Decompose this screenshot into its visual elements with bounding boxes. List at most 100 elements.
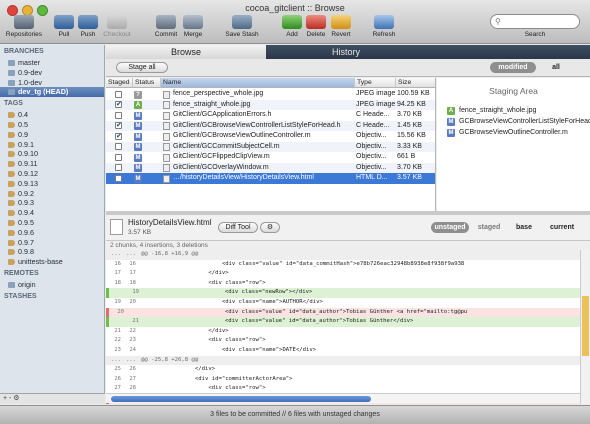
tab-history[interactable]: History xyxy=(266,45,426,59)
sidebar-tag-item[interactable]: 0.9.2 xyxy=(0,189,104,199)
push-button[interactable]: Push xyxy=(74,15,102,38)
staged-checkbox[interactable] xyxy=(115,90,122,98)
diff-tool-button[interactable]: Diff Tool xyxy=(218,222,258,233)
diff-file-size: 3.57 KB xyxy=(128,229,152,236)
diff-settings-button[interactable]: ⚙ xyxy=(260,222,280,233)
tag-icon xyxy=(8,161,15,168)
tag-icon xyxy=(8,229,15,236)
diff-mode-staged[interactable]: staged xyxy=(474,222,504,233)
old-line-number: 26 xyxy=(114,375,121,382)
staged-checkbox[interactable] xyxy=(115,164,122,171)
repositories-button[interactable]: Repositories xyxy=(2,15,46,38)
diff-horizontal-scrollbar[interactable] xyxy=(106,393,580,403)
search-input[interactable]: ⚲ xyxy=(490,14,580,29)
table-row[interactable]: M GitClient/GCCommitSubjectCell.m Objectiv… xyxy=(106,141,435,152)
stashes-header: STASHES xyxy=(4,292,37,300)
sidebar-tag-item[interactable]: 0.4 xyxy=(0,110,104,120)
sidebar-branch-item[interactable]: master xyxy=(0,58,104,68)
sidebar-remote-item[interactable]: origin xyxy=(0,280,104,290)
stage-all-button[interactable]: Stage all xyxy=(116,62,168,73)
sidebar-branch-item[interactable]: dev_tg (HEAD) xyxy=(0,87,104,98)
diff-line: 25 26 </div> xyxy=(106,365,580,375)
table-row[interactable]: M GitClient/GCApplicationErrors.h C Heade.… xyxy=(106,110,435,121)
sidebar-tag-label: 0.9.8 xyxy=(18,247,34,257)
table-row[interactable]: ✔ Afence_straight_whole.jpg JPEG image 94.2… xyxy=(106,99,435,110)
sidebar-tag-item[interactable]: 0.9.6 xyxy=(0,228,104,238)
sidebar-tag-item[interactable]: unittests-base xyxy=(0,257,104,267)
staged-checkbox[interactable]: ✔ xyxy=(115,122,122,129)
diff-code: <div class="value" id="data_author">Tobi… xyxy=(144,308,468,315)
revert-button[interactable]: Revert xyxy=(326,15,356,38)
tag-icon xyxy=(8,131,15,138)
sidebar-tag-item[interactable]: 0.9.11 xyxy=(0,159,104,169)
sidebar-tag-item[interactable]: 0.9.10 xyxy=(0,149,104,159)
staged-checkbox[interactable] xyxy=(115,143,122,150)
sidebar-branch-item[interactable]: 1.0-dev xyxy=(0,78,104,88)
filter-modified[interactable]: modified xyxy=(490,62,536,73)
diff-code: </div> xyxy=(141,270,229,277)
diff-mode-current[interactable]: current xyxy=(544,222,580,233)
tab-browse[interactable]: Browse xyxy=(106,45,266,59)
column-header-status[interactable]: Status xyxy=(133,78,161,88)
add-label: Add xyxy=(286,31,298,38)
table-row[interactable]: M GitClient/GCFlippedClipView.m Objectiv..… xyxy=(106,152,435,163)
sidebar-tag-item[interactable]: 0.9.13 xyxy=(0,179,104,189)
staged-checkbox[interactable] xyxy=(115,111,122,119)
column-header-type[interactable]: Type xyxy=(355,78,396,88)
staged-checkbox[interactable]: ✔ xyxy=(115,132,122,140)
save-stash-button[interactable]: Save Stash xyxy=(222,15,262,38)
tag-icon xyxy=(8,180,15,187)
file-table: Staged Status Name Type Size ? fence_pers… xyxy=(106,78,436,215)
new-line-number: 23 xyxy=(129,337,136,344)
sidebar-tag-item[interactable]: 0.9.12 xyxy=(0,169,104,179)
table-row[interactable]: M GitClient/GCOverlayWindow.m Objectiv... 3… xyxy=(106,162,435,173)
tag-icon xyxy=(8,190,15,197)
file-icon xyxy=(163,143,170,151)
branch-icon xyxy=(8,60,15,66)
checkout-button[interactable]: Checkout xyxy=(100,15,134,38)
status-badge: M xyxy=(134,143,142,151)
refresh-label: Refresh xyxy=(372,31,396,38)
table-row[interactable]: ✔ M GitClient/GCBrowseViewOutlineControlle… xyxy=(106,131,435,142)
diff-mode-unstaged[interactable]: unstaged xyxy=(431,222,469,233)
sidebar-tag-item[interactable]: 0.9.3 xyxy=(0,198,104,208)
sidebar-tag-item[interactable]: 0.9.7 xyxy=(0,238,104,248)
sidebar-tag-item[interactable]: 0.5 xyxy=(0,120,104,130)
column-header-staged[interactable]: Staged xyxy=(106,78,133,88)
sidebar-tag-item[interactable]: 0.9.1 xyxy=(0,140,104,150)
old-line-number: 23 xyxy=(114,347,121,353)
sidebar-tag-label: 0.9.13 xyxy=(18,178,38,188)
table-row[interactable]: M …/historyDetailsView/HistoryDetailsView… xyxy=(106,173,435,184)
refresh-button[interactable]: Refresh xyxy=(368,15,400,38)
staged-checkbox[interactable] xyxy=(115,174,122,182)
diff-scroll-thumb[interactable] xyxy=(111,396,371,402)
remote-icon xyxy=(8,281,15,288)
status-badge: A xyxy=(447,107,455,115)
status-badge: M xyxy=(134,153,142,162)
merge-button[interactable]: Merge xyxy=(178,15,208,38)
diff-mode-base[interactable]: base xyxy=(512,222,536,233)
sidebar-action-buttons[interactable]: + - ⚙ xyxy=(0,393,105,404)
table-row[interactable]: ✔ M GitClient/GCBrowseViewControllerListSt… xyxy=(106,120,435,131)
file-name: GitClient/GCOverlayWindow.m xyxy=(173,163,269,171)
sidebar-tag-label: 0.9 xyxy=(18,129,28,139)
staged-checkbox[interactable] xyxy=(115,153,122,161)
file-type: Objectiv... xyxy=(356,163,387,171)
sidebar-tag-label: unittests-base xyxy=(18,257,63,267)
table-row[interactable]: ? fence_perspective_whole.jpg JPEG image 10… xyxy=(106,89,435,100)
tag-icon xyxy=(8,210,15,217)
sidebar-branch-item[interactable]: 0.9-dev xyxy=(0,68,104,78)
status-badge: ? xyxy=(134,90,142,99)
column-header-size[interactable]: Size xyxy=(396,78,435,88)
sidebar-tag-item[interactable]: 0.9.8 xyxy=(0,247,104,257)
sidebar-tag-item[interactable]: 0.9.5 xyxy=(0,218,104,228)
staged-checkbox[interactable]: ✔ xyxy=(115,101,122,108)
sidebar-tag-item[interactable]: 0.9 xyxy=(0,130,104,140)
sidebar-tag-item[interactable]: 0.9.4 xyxy=(0,208,104,218)
column-header-name[interactable]: Name xyxy=(161,78,355,88)
branch-icon xyxy=(8,79,15,86)
diff-code: <div class="value" id="data_author">Tobi… xyxy=(144,318,414,325)
diff-vertical-scrollbar[interactable] xyxy=(580,250,590,404)
staging-item-name: GCBrowseViewOutlineController.m xyxy=(459,129,568,136)
filter-all[interactable]: all xyxy=(542,62,570,73)
